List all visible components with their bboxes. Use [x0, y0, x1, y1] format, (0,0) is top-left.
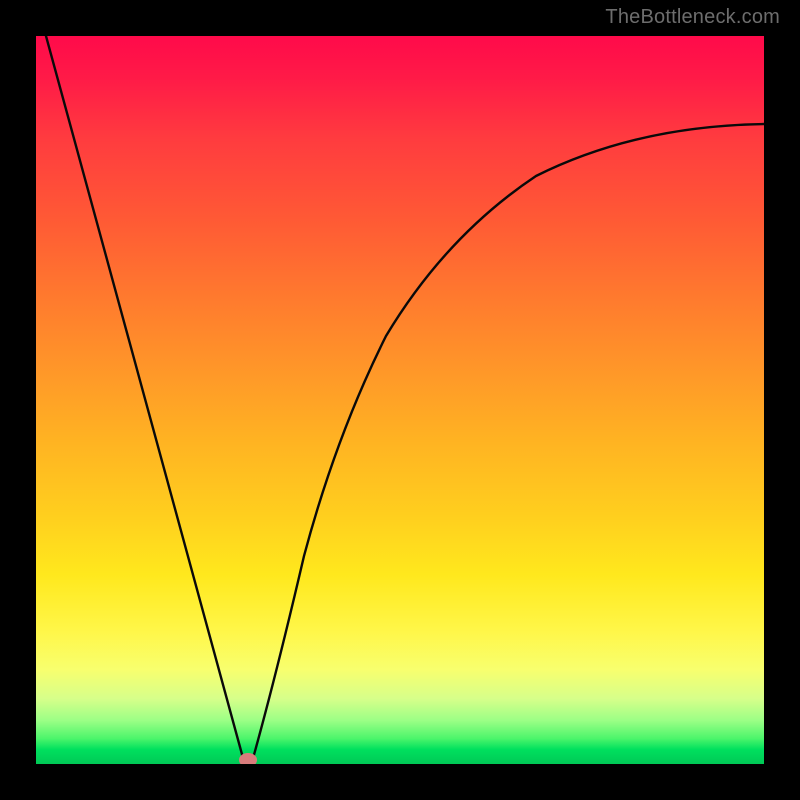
- curve-right: [252, 124, 764, 762]
- curve-layer: [36, 36, 764, 764]
- watermark-text: TheBottleneck.com: [605, 6, 780, 29]
- curve-left: [46, 36, 243, 758]
- chart-frame: TheBottleneck.com: [0, 0, 800, 800]
- plot-area: [36, 36, 764, 764]
